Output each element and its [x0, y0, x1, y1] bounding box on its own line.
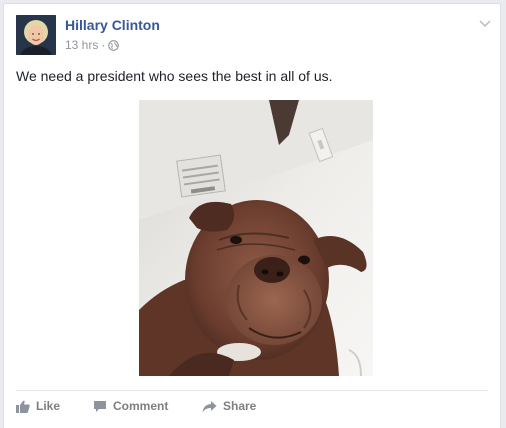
post-meta: 13 hrs · — [65, 38, 120, 52]
comment-label: Comment — [113, 399, 169, 413]
avatar-image — [16, 15, 56, 55]
post-card: Hillary Clinton 13 hrs · We need a presi… — [3, 3, 501, 428]
comment-button[interactable]: Comment — [93, 399, 202, 413]
globe-icon[interactable] — [108, 39, 120, 51]
thumbs-up-icon — [16, 400, 30, 413]
dog-photo[interactable] — [139, 100, 373, 376]
actions-divider — [16, 390, 488, 391]
post-text: We need a president who sees the best in… — [16, 68, 333, 84]
post-actions-bar: Like Comment Share — [16, 396, 256, 416]
share-arrow-icon — [202, 400, 217, 412]
comment-icon — [94, 400, 106, 412]
share-button[interactable]: Share — [202, 399, 256, 413]
like-label: Like — [36, 399, 61, 413]
like-button[interactable]: Like — [16, 399, 93, 413]
post-timestamp[interactable]: 13 hrs — [65, 38, 98, 52]
author-name-link[interactable]: Hillary Clinton — [65, 17, 160, 33]
post-menu-chevron-down-icon[interactable] — [478, 16, 492, 28]
meta-separator: · — [101, 38, 106, 52]
share-label: Share — [223, 399, 257, 413]
author-avatar[interactable] — [16, 15, 56, 55]
